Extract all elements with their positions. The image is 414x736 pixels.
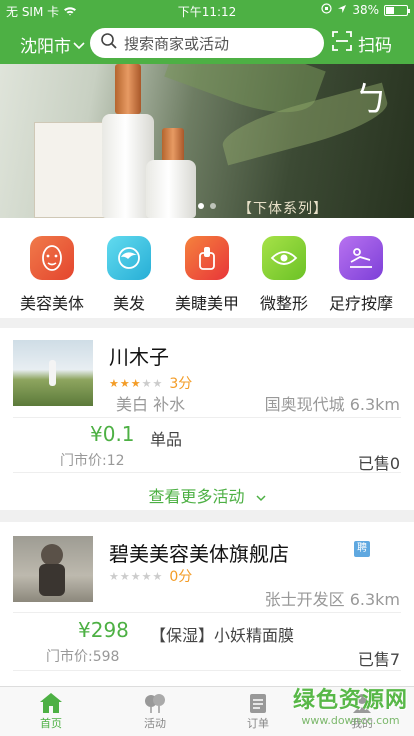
star-icon: ★ [119,569,130,583]
banner-pagination [198,203,216,209]
deal-title[interactable]: 单品 [150,426,182,450]
divider [13,417,401,418]
scan-button[interactable]: 扫码 [332,31,392,56]
eye-icon [262,236,306,280]
tab-label: 活动 [144,717,166,730]
figure-shape [39,564,65,596]
search-placeholder: 搜索商家或活动 [124,34,230,53]
shop-location: 张士开发区 6.3km [264,590,400,609]
category-hair[interactable]: 美发 [86,236,172,314]
hair-icon [107,236,151,280]
figure-shape [41,544,63,566]
rotation-lock-icon [321,3,332,17]
tab-home[interactable]: 首页 [21,691,81,731]
deal-price: ¥298 [78,618,129,642]
app-header: 沈阳市 搜索商家或活动 扫码 [0,22,414,64]
chevron-down-icon [73,35,85,55]
watermark-url: www.downcc.com [301,714,400,727]
category-label: 足疗按摩 [328,294,393,313]
battery-icon [384,4,410,16]
shop-thumbnail [13,340,93,406]
more-activities-button[interactable]: 查看更多活动 [0,483,414,507]
banner-tagline: 【下体系列】 [238,201,328,217]
shop-location: 国奥现代城 6.3km [264,395,400,414]
tab-orders[interactable]: 订单 [228,691,288,731]
city-selector[interactable]: 沈阳市 [20,32,85,57]
tab-label: 首页 [40,717,62,730]
tab-activity[interactable]: 活动 [125,691,185,731]
more-activities-label: 查看更多活动 [148,487,245,506]
shop-card[interactable]: 碧美美容美体旗舰店 聘 ★ ★ ★ ★ ★ 0分 张士开发区 6.3km ¥298 【保湿… [0,522,414,686]
deal-title[interactable]: 【保湿】小妖精面膜 [150,622,294,646]
star-icon: ★ [130,569,141,583]
bottle-cap [162,128,184,162]
category-label: 美容美体 [19,294,84,313]
divider [13,670,401,671]
star-icon: ★ [152,376,163,390]
divider [13,612,401,613]
pagination-dot[interactable] [198,203,204,209]
product-bottle [146,160,196,218]
watermark-title: 绿色资源网 [292,688,408,713]
star-icon: ★ [141,569,152,583]
nail-icon [185,236,229,280]
category-micro-plastic[interactable]: 微整形 [241,236,327,314]
star-icon: ★ [141,376,152,390]
category-foot-massage[interactable]: 足疗按摩 [318,236,404,314]
pagination-dot[interactable] [210,203,216,209]
star-icon: ★ [119,376,130,390]
chevron-down-icon [250,487,266,506]
shop-name: 碧美美容美体旗舰店 [109,542,289,566]
category-lash-nail[interactable]: 美睫美甲 [164,236,250,314]
hiring-badge: 聘 [354,541,370,557]
watermark: 绿色资源网 www.downcc.com [293,682,408,727]
deal-price: ¥0.1 [90,422,135,446]
bottle-cap [115,64,141,114]
battery-percent: 38% [352,3,379,17]
rating-score: 3分 [169,376,193,392]
shop-name: 川木子 [109,345,169,369]
location-icon [337,3,347,17]
figure-shape [49,360,56,386]
original-price: 门市价:12 [60,453,125,469]
category-label: 美发 [112,294,145,313]
original-price: 门市价:598 [46,649,120,665]
search-icon [100,32,118,54]
promo-banner[interactable]: ㄅ 【下体系列】 [0,64,414,218]
shop-tags: 美白 补水 [116,395,186,414]
star-icon: ★ [130,376,141,390]
city-label: 沈阳市 [20,37,71,57]
order-icon [228,691,288,715]
rating-stars: ★ ★ ★ ★ ★ 0分 [109,566,192,586]
star-icon: ★ [109,376,119,390]
category-grid: 美容美体 美发 美睫美甲 微整形 足疗按摩 [0,218,414,318]
sold-count: 已售0 [357,454,400,473]
face-icon [30,236,74,280]
rating-stars: ★ ★ ★ ★ ★ 3分 [109,373,192,393]
divider [13,472,401,473]
tab-label: 订单 [247,717,269,730]
scan-icon [332,31,352,56]
shop-thumbnail [13,536,93,602]
category-label: 微整形 [259,294,308,313]
shop-card[interactable]: 川木子 ★ ★ ★ ★ ★ 3分 美白 补水 国奥现代城 6.3km ¥0.1 单品 门市… [0,328,414,510]
scan-label: 扫码 [358,36,392,56]
search-input[interactable]: 搜索商家或活动 [90,28,324,58]
status-bar: 无 SIM 卡 下午11:12 38% [0,0,414,22]
sold-count: 已售7 [357,650,400,669]
star-icon: ★ [152,569,163,583]
home-icon [21,691,81,715]
activity-icon [125,691,185,715]
category-label: 美睫美甲 [174,294,239,313]
star-icon: ★ [109,569,119,583]
category-beauty-body[interactable]: 美容美体 [9,236,95,314]
rating-score: 0分 [169,569,193,585]
banner-glyph: ㄅ [354,80,388,120]
massage-icon [339,236,383,280]
